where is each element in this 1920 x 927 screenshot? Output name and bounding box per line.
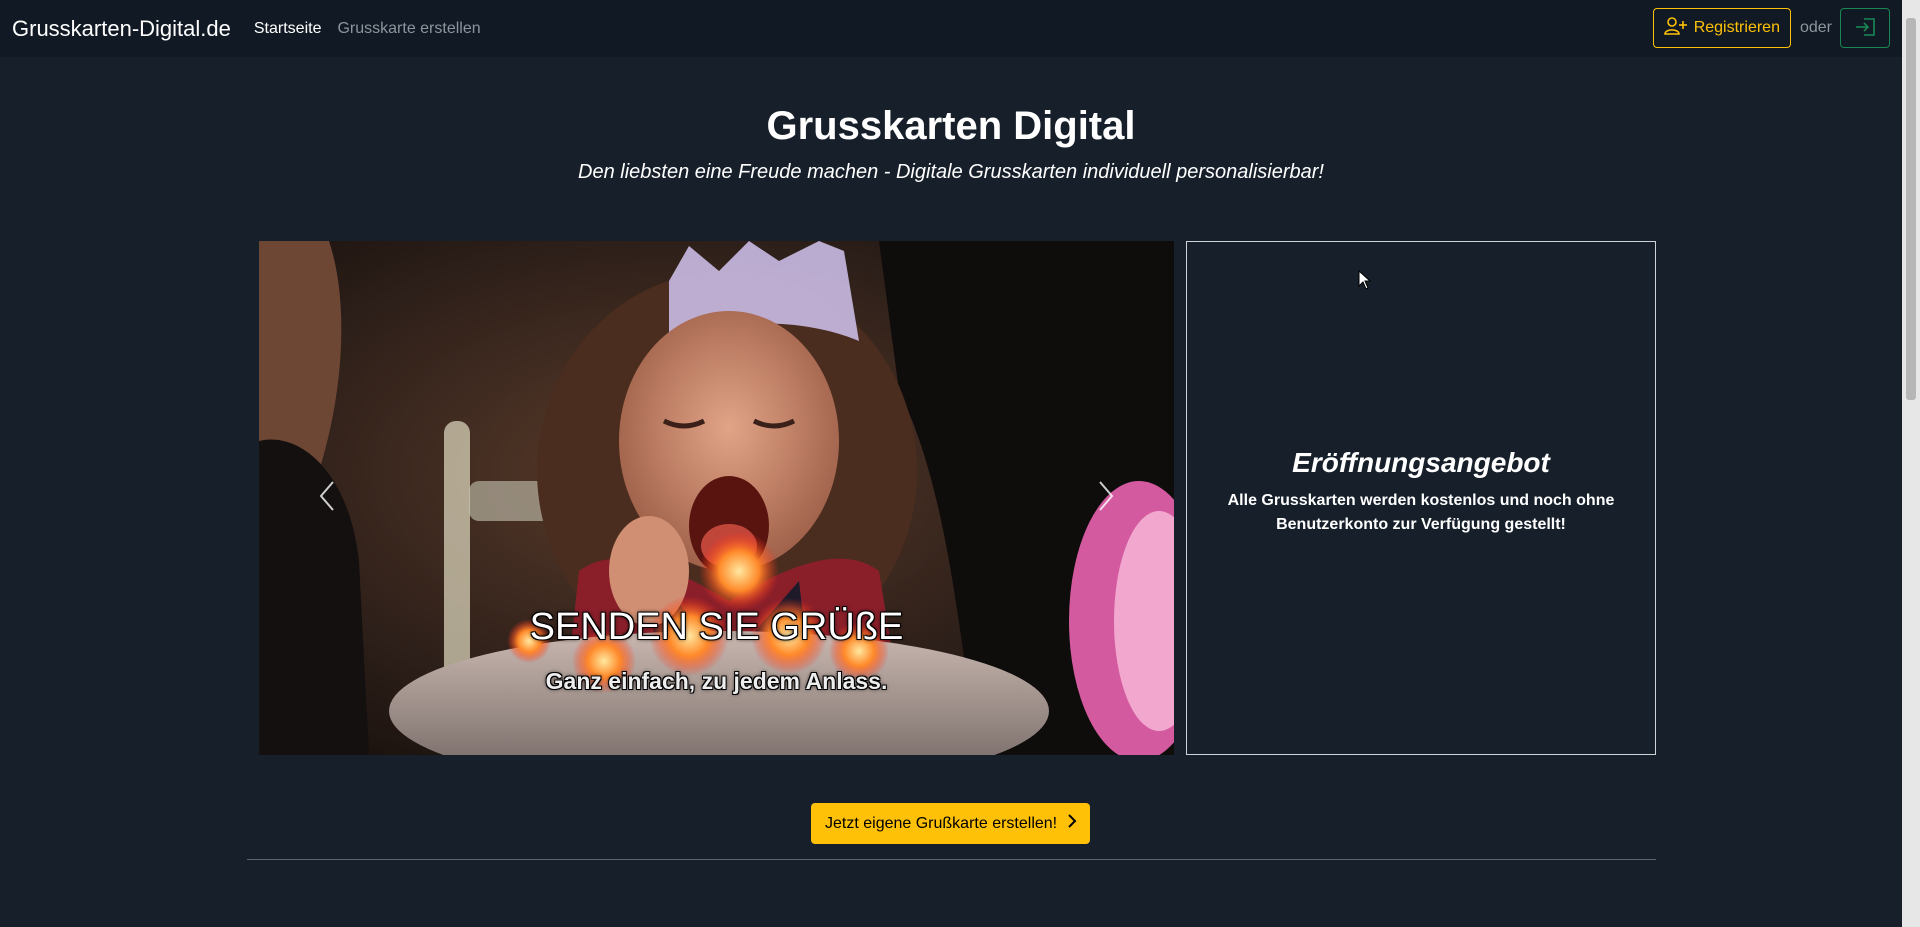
chevron-left-icon xyxy=(317,479,337,518)
register-label: Registrieren xyxy=(1693,19,1780,36)
carousel: SENDEN SIE GRÜßE Ganz einfach, zu jedem … xyxy=(259,241,1174,755)
navbar: Grusskarten-Digital.de Startseite Grussk… xyxy=(0,0,1902,57)
page-title: Grusskarten Digital xyxy=(766,104,1136,148)
mouse-cursor-icon xyxy=(1358,269,1372,295)
section-divider xyxy=(247,859,1656,860)
carousel-caption-subtitle: Ganz einfach, zu jedem Anlass. xyxy=(545,668,888,694)
chevron-right-icon xyxy=(1067,813,1077,834)
create-card-label: Jetzt eigene Grußkarte erstellen! xyxy=(825,814,1058,832)
brand-link[interactable]: Grusskarten-Digital.de xyxy=(12,16,231,42)
nav-right: Registrieren oder xyxy=(1652,8,1890,48)
chevron-right-icon xyxy=(1096,479,1116,518)
create-card-button[interactable]: Jetzt eigene Grußkarte erstellen! xyxy=(811,803,1091,844)
nav-link-grusskarte-erstellen[interactable]: Grusskarte erstellen xyxy=(337,20,480,38)
nav-link-startseite[interactable]: Startseite xyxy=(254,20,322,38)
box-arrow-in-right-icon xyxy=(1854,17,1876,40)
scrollbar-thumb[interactable] xyxy=(1906,18,1916,400)
offer-box: Eröffnungsangebot Alle Grusskarten werde… xyxy=(1186,241,1656,755)
offer-title: Eröffnungsangebot xyxy=(1292,447,1550,478)
page-subtitle: Den liebsten eine Freude machen - Digita… xyxy=(578,161,1324,183)
register-button[interactable]: Registrieren xyxy=(1652,8,1791,48)
offer-text: Alle Grusskarten werden kostenlos und no… xyxy=(1227,492,1615,533)
login-button[interactable] xyxy=(1840,8,1890,48)
nav-links: Startseite Grusskarte erstellen xyxy=(254,20,481,38)
or-label: oder xyxy=(1799,19,1832,36)
person-plus-icon xyxy=(1663,16,1688,41)
carousel-caption-title: SENDEN SIE GRÜßE xyxy=(529,606,904,648)
page-scrollbar[interactable] xyxy=(1902,0,1920,927)
